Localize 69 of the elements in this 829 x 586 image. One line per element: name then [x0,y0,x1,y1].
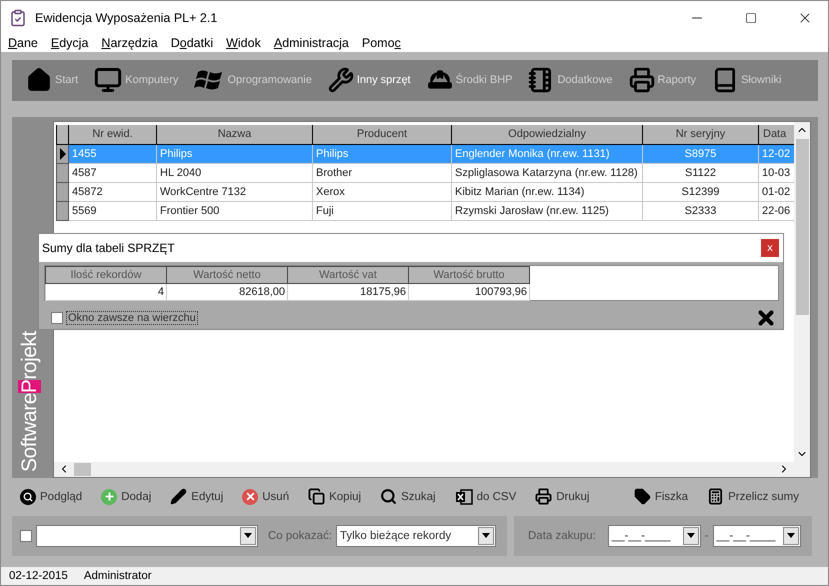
dialog-title: Sumy dla tabeli SPRZĘT [42,240,175,255]
table-cell: Brother [312,164,452,183]
table-cell: S12399 [642,182,758,202]
table-cell: HL 2040 [156,164,312,183]
column-header: Ilość rekordów [46,266,166,284]
table-cell: 01-02 [758,182,794,202]
menu-item[interactable]: Dane [8,36,38,50]
table-cell: Xerox [312,182,452,202]
table-cell: S8975 [642,144,758,164]
action-button[interactable]: Kopiuj [308,488,380,506]
date-from-field[interactable]: __-__-____ [608,524,701,547]
table-cell: Szpliglasowa Katarzyna (nr.ew. 1128) [452,164,642,183]
table-cell: 18175,96 [288,283,408,300]
toolbar-button[interactable]: Inny sprzęt [328,62,427,98]
table-cell: Philips [312,144,452,164]
table-cell: Kibitz Marian (nr.ew. 1134) [452,182,642,202]
action-button[interactable]: Usuń [242,488,308,505]
show-label: Co pokazać: [268,530,332,542]
column-header[interactable]: Nazwa [156,124,312,145]
table-cell: S1122 [642,164,758,183]
menu-item[interactable]: Widok [226,36,261,50]
menu-item[interactable]: Narzędzia [101,36,158,50]
table-cell: 4 [46,283,166,300]
menu-item[interactable]: Edycja [50,36,88,50]
status-text: Administrator [84,570,152,582]
show-dropdown[interactable]: Tylko bieżące rekordy [336,524,496,547]
table-cell: 82618,00 [166,283,288,300]
action-button[interactable]: do CSV [454,488,536,506]
table-cell: 45872 [68,182,156,202]
close-button[interactable]: x [761,238,779,257]
table-cell: WorkCentre 7132 [156,182,312,202]
window-title: Ewidencja Wyposażenia PL+ 2.1 [35,10,218,24]
table-cell: Rzymski Jarosław (nr.ew. 1125) [452,202,642,221]
status-text: 02-12-2015 [9,570,68,582]
column-header[interactable]: Data [758,124,794,145]
table-cell: 22-06 [758,202,794,221]
table-cell: 5569 [68,202,156,221]
column-header: Wartość brutto [408,266,530,284]
table-cell: 10-03 [758,164,794,183]
table-cell: Philips [156,144,312,164]
column-header[interactable]: Nr seryjny [642,124,758,145]
column-header[interactable]: Nr ewid. [68,124,156,145]
action-button[interactable]: Podgląd [20,488,102,505]
table-cell: Frontier 500 [156,202,312,221]
column-header: Wartość vat [288,266,408,284]
menu-item[interactable]: Pomoc [362,36,401,50]
table-cell: Fuji [312,202,452,221]
menu-item[interactable]: Administracja [274,36,349,50]
column-header[interactable]: Odpowiedzialny [452,124,642,145]
table-cell: 100793,96 [408,283,530,300]
action-button[interactable]: Dodaj [101,488,170,505]
table-cell: S2333 [642,202,758,221]
column-header: Wartość netto [166,266,288,284]
action-button[interactable]: Fiszka [634,488,708,506]
table-cell: 1455 [68,144,156,164]
column-header[interactable]: Producent [312,124,452,145]
menu-item[interactable]: Dodatki [170,36,214,50]
checkbox-label[interactable]: Okno zawsze na wierzchu [66,310,198,325]
action-button[interactable]: Przelicz sumy [707,488,818,506]
date-separator: - [704,530,709,542]
table-cell: 4587 [68,164,156,183]
action-button[interactable]: Edytuj [170,488,242,506]
logo: SoftwareProjekt [18,330,42,472]
date-label: Data zakupu: [528,530,596,542]
table-cell: Englender Monika (nr.ew. 1131) [452,144,642,164]
table-cell: 12-02 [758,144,794,164]
date-to-field[interactable]: __-__-____ [712,524,801,547]
action-button[interactable]: Szukaj [380,488,455,506]
action-button[interactable]: Drukuj [535,488,608,506]
